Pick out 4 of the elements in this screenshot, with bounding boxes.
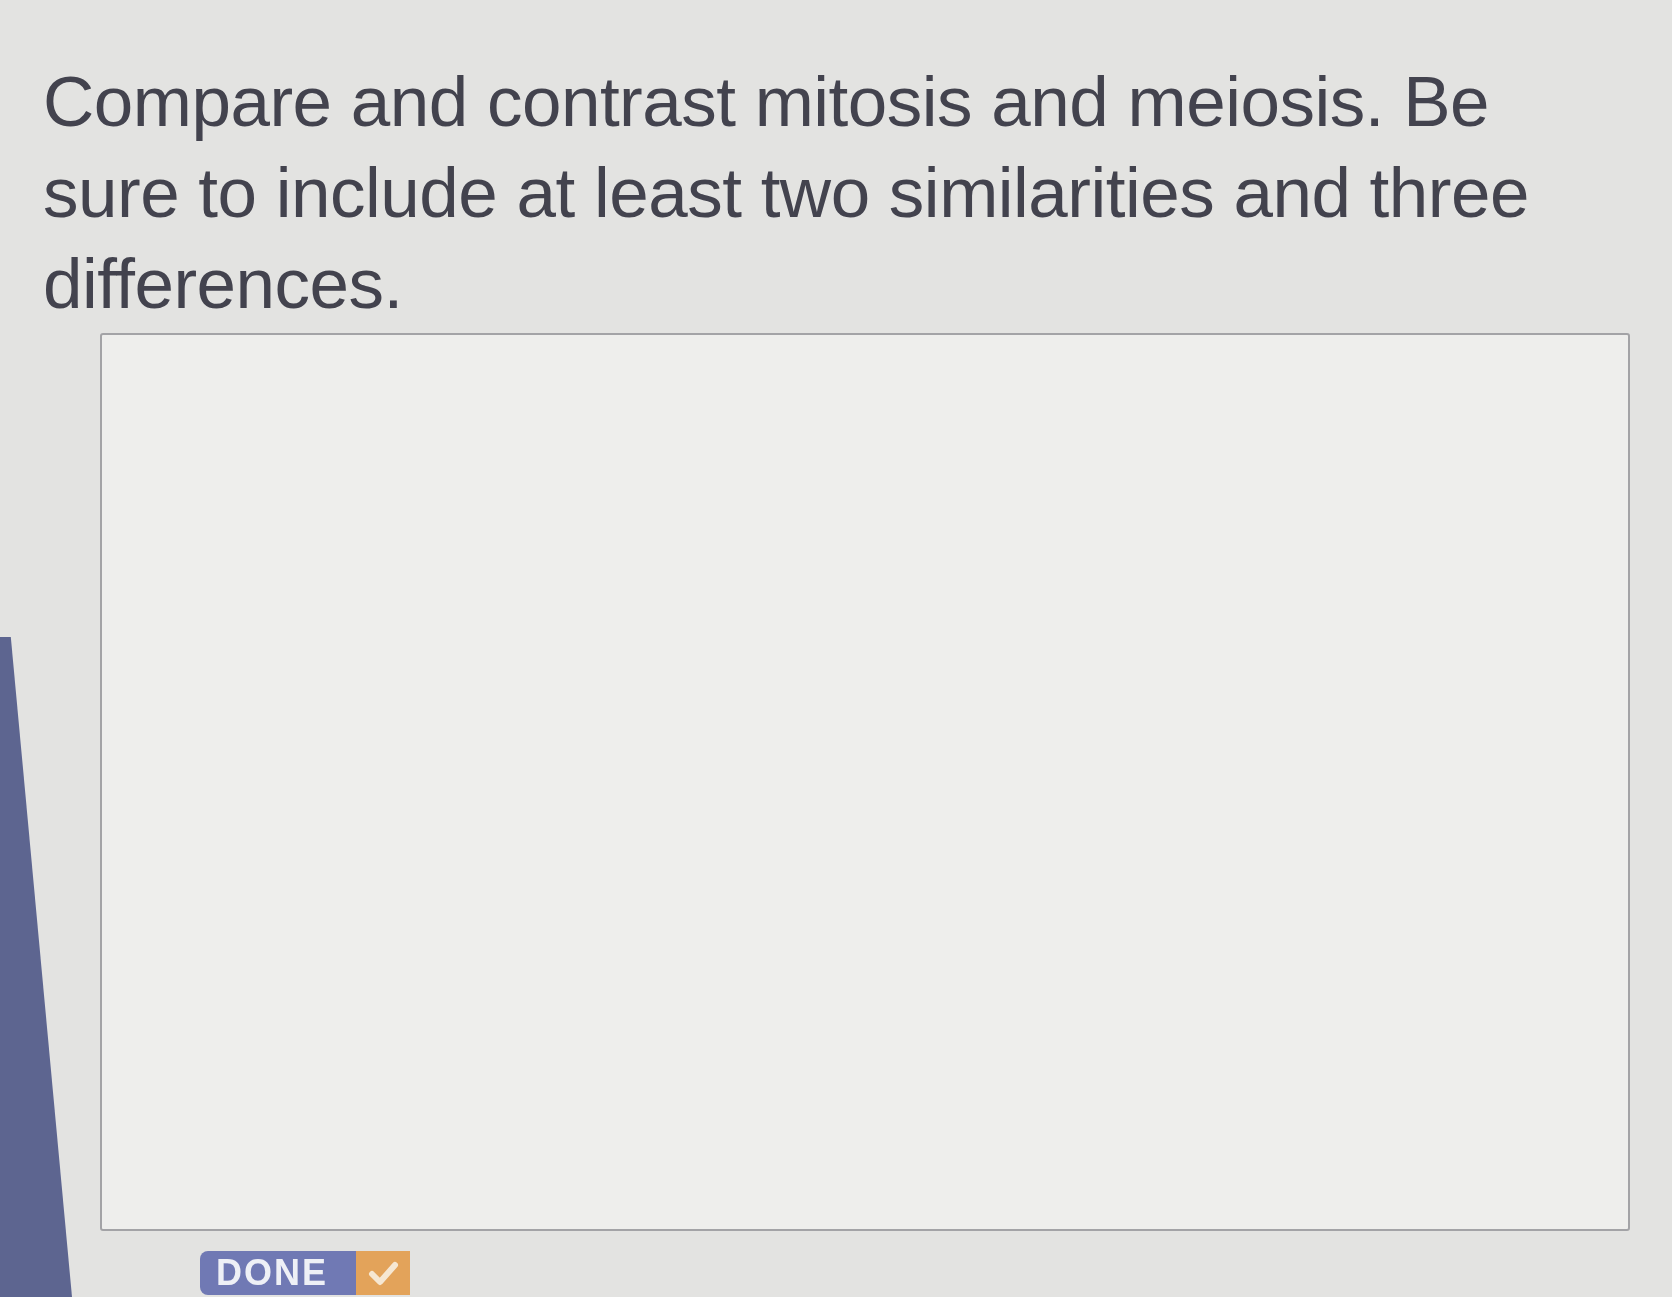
checkmark-icon	[356, 1251, 410, 1295]
answer-box[interactable]	[100, 333, 1630, 1231]
question-text: Compare and contrast mitosis and meiosis. Be sure to include at least two similarities and three differences.	[42, 61, 1530, 325]
done-button[interactable]: DONE	[200, 1251, 410, 1295]
